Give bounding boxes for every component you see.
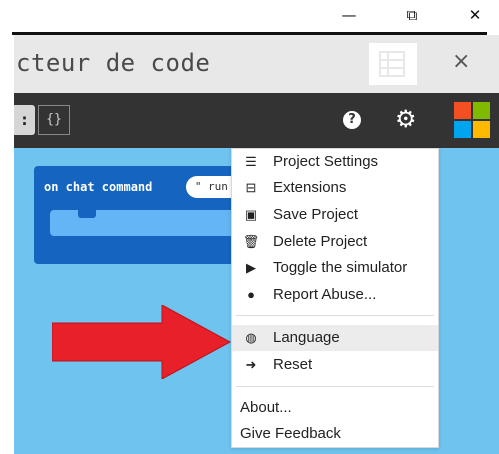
globe-icon: ◍	[245, 330, 257, 345]
window-close-button[interactable]: ✕	[460, 2, 490, 28]
menu-separator	[236, 315, 434, 316]
menu-item-about[interactable]: About...	[232, 395, 438, 421]
sliders-icon: ☰	[245, 154, 257, 169]
menu-item-toggle-simulator[interactable]: ▶ Toggle the simulator	[232, 255, 438, 281]
red-arrow-pointer	[52, 305, 232, 379]
javascript-toggle-button[interactable]: {}	[38, 105, 70, 135]
sign-out-icon: ➜	[245, 357, 257, 372]
menu-item-reset[interactable]: ➜ Reset	[232, 352, 438, 378]
block-label: on chat command	[44, 180, 153, 194]
menu-item-delete-project[interactable]: 🗑 Delete Project	[232, 229, 438, 255]
settings-menu: ☰ Project Settings ⊟ Extensions ▣ Save P…	[231, 148, 439, 448]
editor-close-button[interactable]: ×	[452, 49, 470, 74]
menu-item-give-feedback[interactable]: Give Feedback	[232, 421, 438, 447]
menu-item-save-project[interactable]: ▣ Save Project	[232, 202, 438, 228]
editor-title-bar: cteur de code ×	[14, 35, 499, 93]
floppy-icon: ▣	[244, 207, 258, 222]
play-box-icon: ▶	[246, 260, 256, 275]
list-view-button[interactable]	[369, 43, 417, 85]
restore-button[interactable]: ⧉	[397, 2, 427, 28]
menu-item-extensions[interactable]: ⊟ Extensions	[232, 175, 438, 201]
slot-notch	[78, 210, 96, 218]
editor-toolbar: : {} ? ⚙	[14, 93, 499, 148]
editor-title: cteur de code	[16, 49, 211, 77]
menu-item-project-settings[interactable]: ☰ Project Settings	[232, 149, 438, 175]
blocks-toggle-button[interactable]: :	[14, 105, 35, 135]
menu-separator	[236, 386, 434, 387]
minimize-button[interactable]: —	[334, 2, 364, 28]
menu-item-language[interactable]: ◍ Language	[232, 325, 438, 351]
menu-item-report-abuse[interactable]: ● Report Abuse...	[232, 282, 438, 308]
help-icon[interactable]: ?	[343, 111, 361, 129]
microsoft-logo	[454, 102, 490, 138]
alert-circle-icon: ●	[247, 287, 255, 302]
trash-icon: 🗑	[242, 234, 260, 249]
gear-icon[interactable]: ⚙	[395, 104, 417, 134]
drawer-icon: ⊟	[245, 180, 257, 195]
